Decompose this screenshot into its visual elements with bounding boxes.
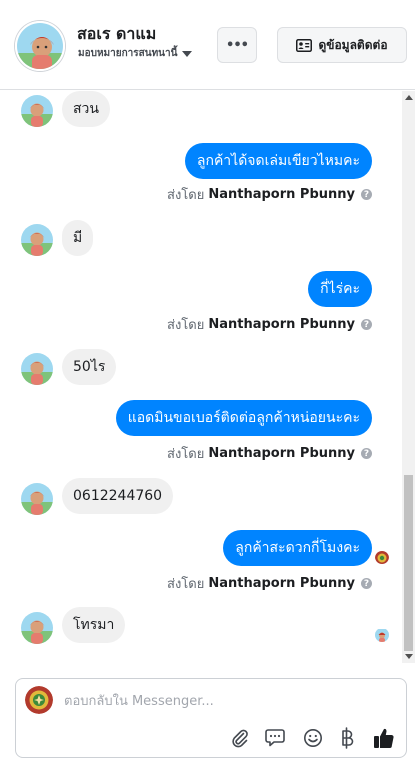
- incoming-message: 50ไร: [62, 349, 117, 385]
- outgoing-message: ลูกค้าได้จดเล่มเขียวไหมคะ: [184, 143, 372, 179]
- thumbs-up-icon: [374, 728, 394, 748]
- scroll-down-arrow-icon[interactable]: [405, 654, 413, 659]
- contact-avatar: [21, 95, 53, 127]
- sent-by-prefix: ส่งโดย: [167, 577, 205, 592]
- sent-by-line: ส่งโดย Nanthaporn Pbunny ?: [167, 573, 372, 594]
- help-icon[interactable]: ?: [361, 319, 372, 330]
- sent-by-prefix: ส่งโดย: [167, 188, 205, 203]
- message-scrollbar[interactable]: [402, 91, 415, 663]
- paperclip-icon: [232, 729, 248, 748]
- sent-by-name: Nanthaporn Pbunny: [208, 576, 355, 591]
- reply-composer: [15, 678, 407, 758]
- scrollbar-thumb[interactable]: [404, 475, 413, 651]
- attach-file-button[interactable]: [227, 725, 253, 751]
- message-thread: สวน ลูกค้าได้จดเล่มเขียวไหมคะ ส่งโดย Nan…: [0, 91, 415, 663]
- view-contact-info-button[interactable]: ดูข้อมูลติดต่อ: [277, 27, 407, 63]
- smiley-icon: [304, 729, 322, 747]
- contact-avatar[interactable]: [15, 21, 65, 71]
- contact-avatar: [21, 612, 53, 644]
- assign-label: มอบหมายการสนทนานี้: [78, 48, 178, 59]
- outgoing-message: ลูกค้าสะดวกกี่โมงคะ: [223, 530, 372, 566]
- contact-avatar: [21, 353, 53, 385]
- assign-conversation-dropdown[interactable]: มอบหมายการสนทนานี้: [78, 46, 193, 61]
- payment-button[interactable]: [334, 725, 360, 751]
- contact-avatar: [21, 483, 53, 515]
- baht-icon: [342, 727, 354, 749]
- incoming-message: สวน: [62, 91, 110, 127]
- caret-down-icon: [182, 50, 193, 57]
- chat-bubbles-icon: [265, 729, 285, 747]
- sent-by-prefix: ส่งโดย: [167, 318, 205, 333]
- page-avatar: [25, 686, 53, 714]
- sent-by-name: Nanthaporn Pbunny: [208, 187, 355, 202]
- sent-by-line: ส่งโดย Nanthaporn Pbunny ?: [167, 314, 372, 335]
- conversation-header: สอเร ดาแม มอบหมายการสนทนานี้ ••• ดูข้อมู…: [0, 0, 415, 90]
- sent-by-name: Nanthaporn Pbunny: [208, 317, 355, 332]
- send-like-button[interactable]: [371, 725, 397, 751]
- sent-by-line: ส่งโดย Nanthaporn Pbunny ?: [167, 184, 372, 205]
- emoji-button[interactable]: [300, 725, 326, 751]
- incoming-message: มี: [62, 220, 94, 256]
- sent-by-name: Nanthaporn Pbunny: [208, 446, 355, 461]
- more-options-button[interactable]: •••: [217, 27, 257, 63]
- outgoing-message: กี่ไร่คะ: [308, 271, 372, 307]
- contact-avatar: [21, 224, 53, 256]
- more-dots-icon: •••: [226, 37, 249, 53]
- help-icon[interactable]: ?: [361, 189, 372, 200]
- contact-info-label: ดูข้อมูลติดต่อ: [318, 37, 388, 52]
- sent-by-prefix: ส่งโดย: [167, 447, 205, 462]
- help-icon[interactable]: ?: [361, 578, 372, 589]
- help-icon[interactable]: ?: [361, 448, 372, 459]
- sent-by-line: ส่งโดย Nanthaporn Pbunny ?: [167, 443, 372, 464]
- outgoing-message: แอดมินขอเบอร์ติดต่อลูกค้าหน่อยนะคะ: [115, 400, 372, 436]
- incoming-message: โทรมา: [62, 607, 126, 643]
- incoming-message: 0612244760: [62, 478, 174, 514]
- contact-name: สอเร ดาแม: [77, 24, 157, 43]
- saved-replies-button[interactable]: [263, 725, 289, 751]
- contact-seen-indicator-icon: [375, 628, 389, 642]
- contact-card-icon: [296, 38, 313, 52]
- page-seen-indicator-icon: [375, 550, 389, 564]
- scroll-up-arrow-icon[interactable]: [405, 95, 413, 100]
- reply-input[interactable]: [64, 692, 364, 710]
